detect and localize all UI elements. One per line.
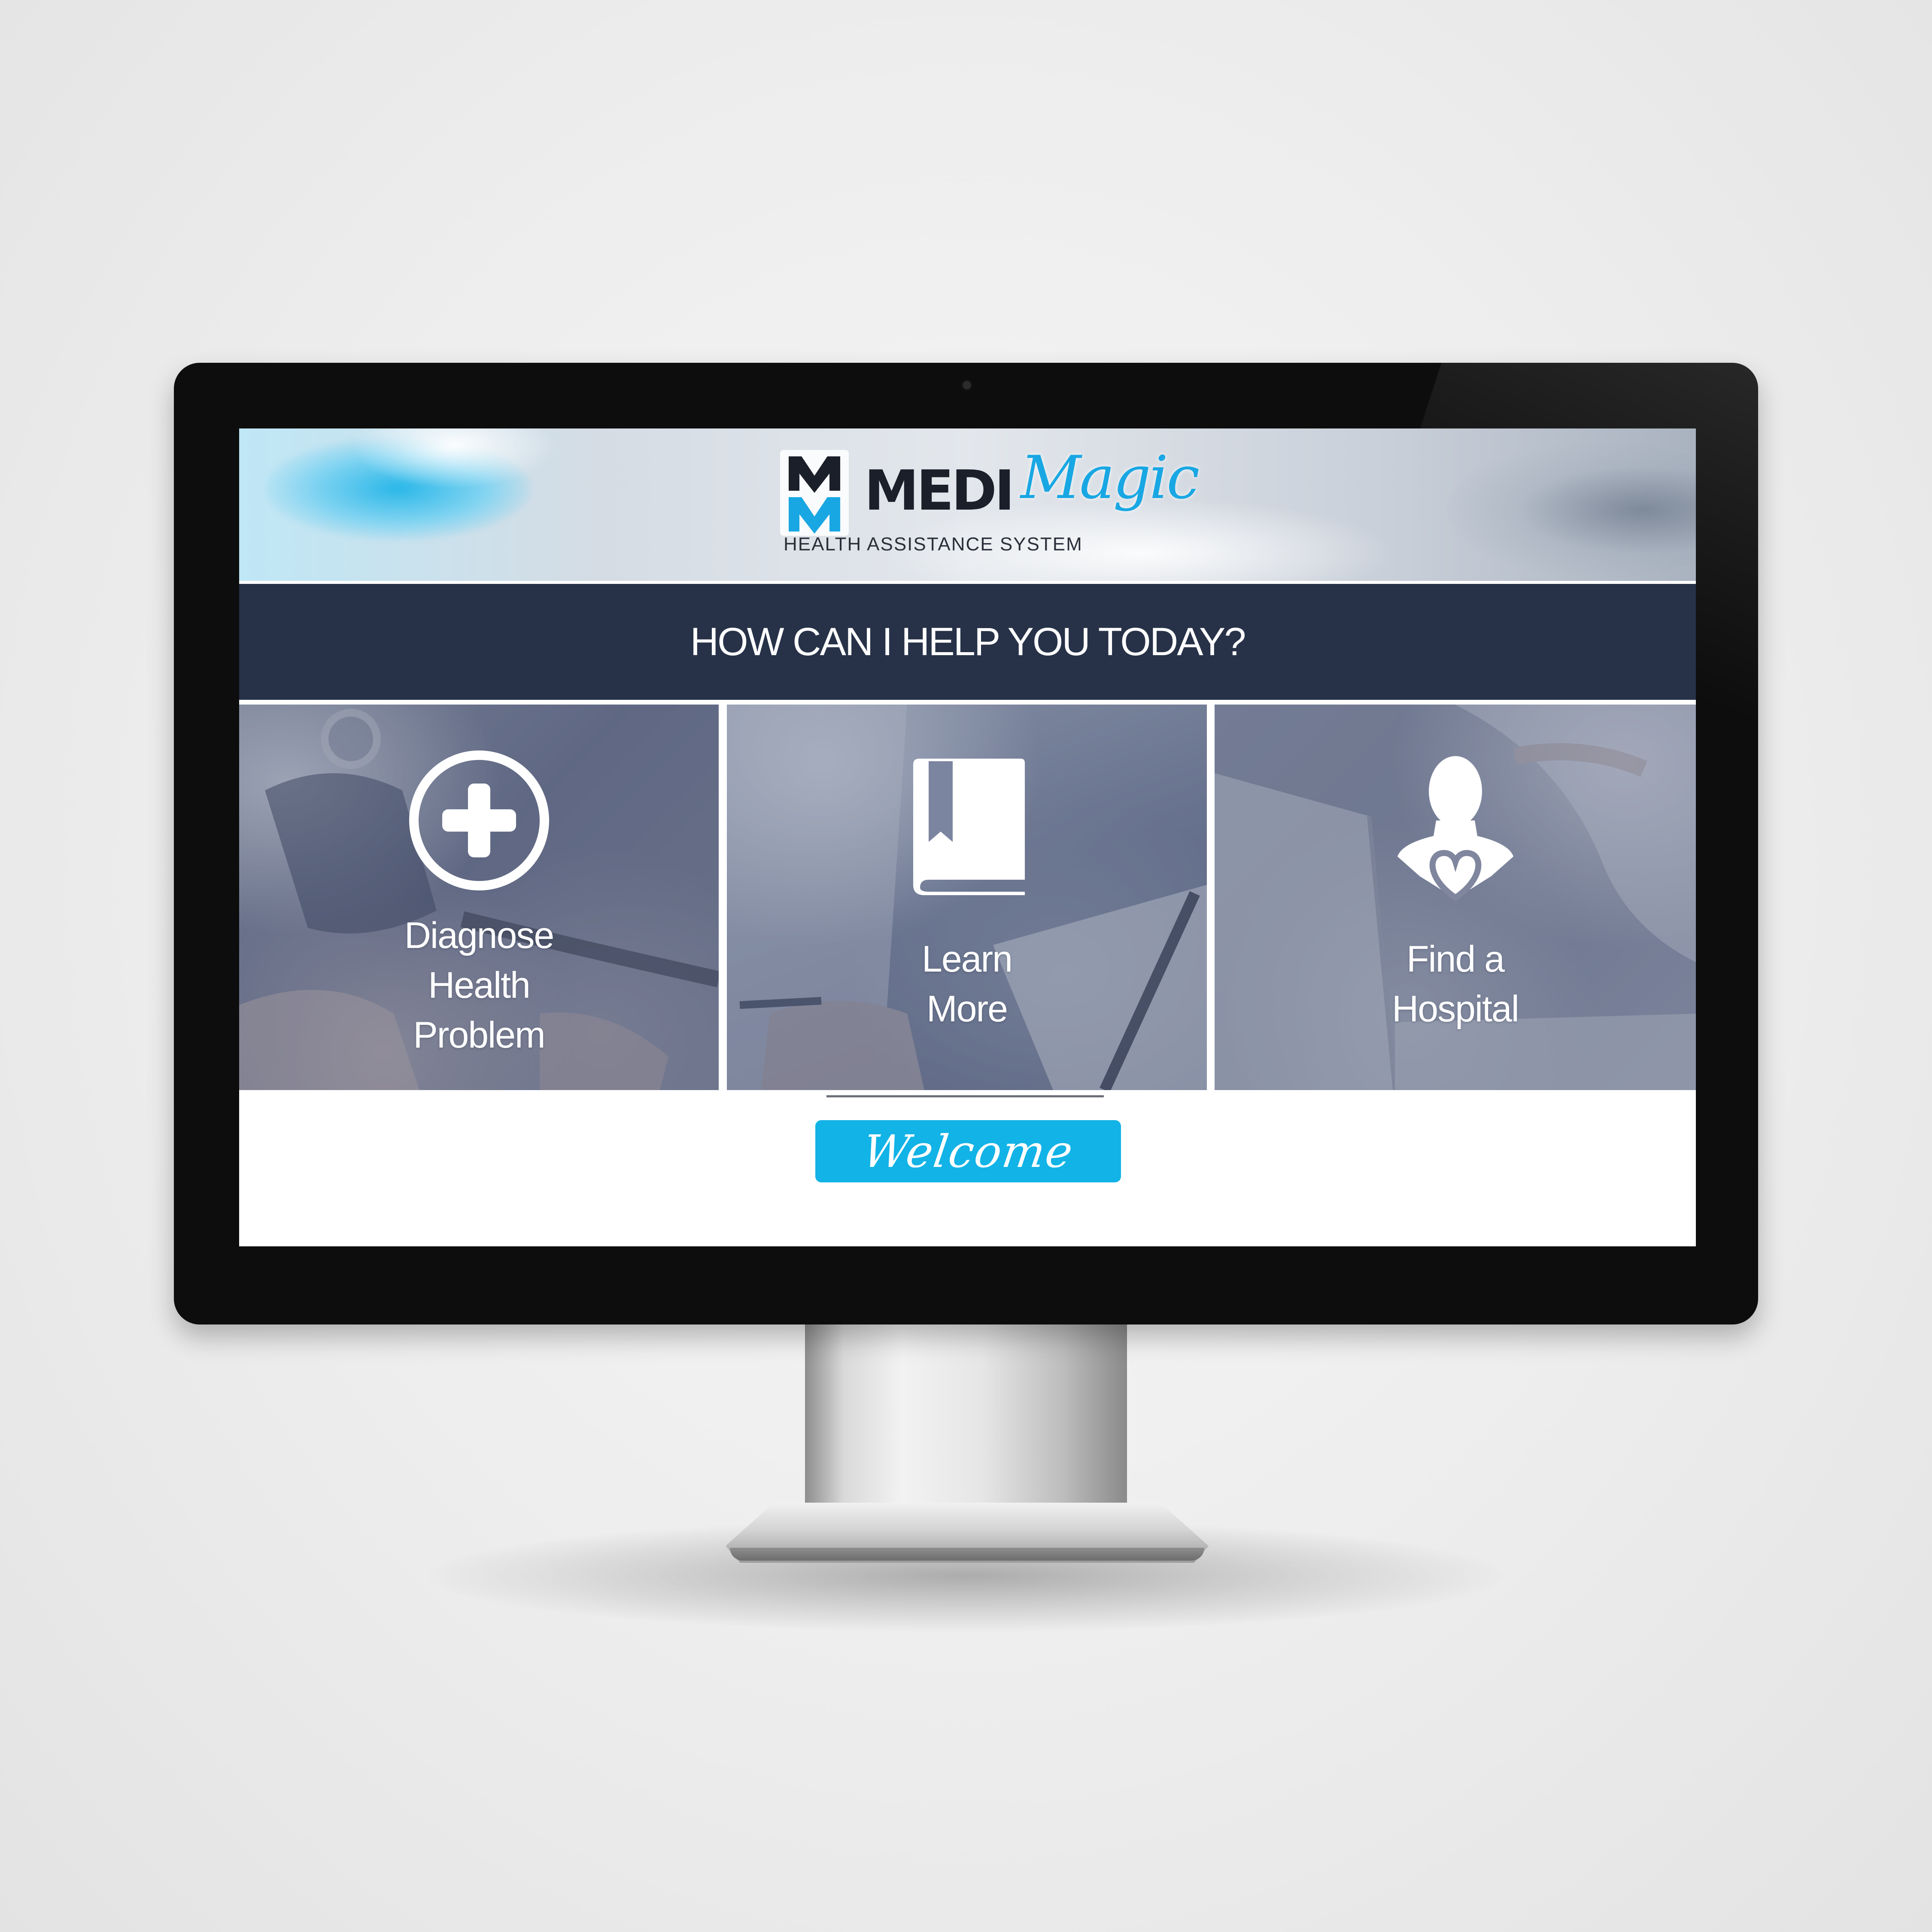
logo-tagline: HEALTH ASSISTANCE SYSTEM [784,534,1083,555]
medical-plus-icon [409,750,549,890]
tile-diagnose-health-problem[interactable]: Diagnose Health Problem [239,705,719,1090]
logo-mm-mark-icon [780,450,849,536]
monitor-stand-base-edge [730,1548,1204,1561]
prompt-heading: HOW CAN I HELP YOU TODAY? [690,620,1246,664]
book-icon [913,759,1025,895]
medimagic-logo[interactable]: MEDI Magic HEALTH ASSISTANCE SYSTEM [780,446,1200,574]
welcome-button-label: Welcome [860,1125,1077,1178]
tile-find-hospital[interactable]: Find a Hospital [1215,705,1696,1090]
logo-medi-text: MEDI [864,459,1015,523]
tile-label-diagnose: Diagnose Health Problem [404,915,554,1056]
tile-learn-more[interactable]: Learn More [727,705,1207,1090]
tile-label-find-hospital: Find a Hospital [1392,939,1519,1030]
welcome-button[interactable]: Welcome [815,1120,1121,1182]
tile-label-learn-more: Learn More [922,939,1013,1030]
footer-divider [826,1095,1104,1097]
monitor-stand [805,1322,1127,1524]
app-screen: MEDI Magic HEALTH ASSISTANCE SYSTEM HOW … [239,428,1696,1246]
webcam-icon [963,381,971,389]
prompt-banner: HOW CAN I HELP YOU TODAY? [239,584,1696,700]
person-heart-icon [1397,756,1513,902]
logo-magic-text: Magic [1021,443,1200,512]
option-tiles: Diagnose Health Problem Learn More Find … [239,705,1696,1090]
app-header: MEDI Magic HEALTH ASSISTANCE SYSTEM [239,428,1696,581]
header-shade [1447,441,1696,579]
monitor-bezel: MEDI Magic HEALTH ASSISTANCE SYSTEM HOW … [174,363,1758,1324]
